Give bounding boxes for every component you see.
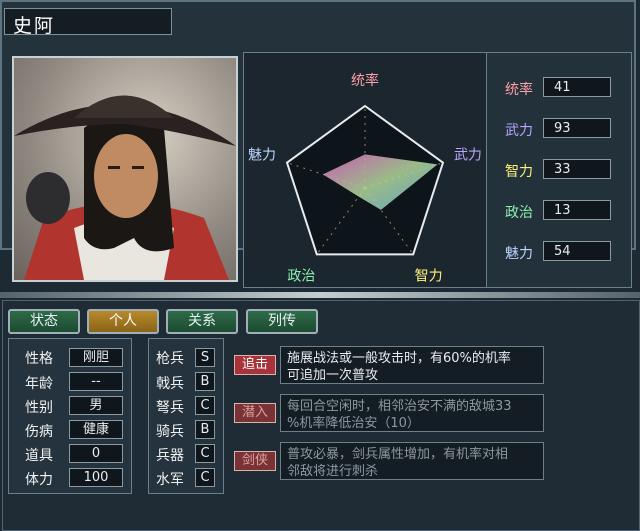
- stat-row-leadership: 统率 41: [505, 77, 617, 99]
- stat-value-leadership: 41: [543, 77, 611, 97]
- info-label-age: 年龄: [25, 376, 53, 392]
- info-value-items: 0: [69, 444, 123, 463]
- troop-label-navy: 水军: [156, 472, 184, 488]
- stat-value-charisma: 54: [543, 241, 611, 261]
- info-value-gender: 男: [69, 396, 123, 415]
- skill-button-infiltrate[interactable]: 潜入: [234, 403, 276, 423]
- skill-desc-swordsman-line1: 普攻必暴，剑兵属性增加，有机率对相: [287, 447, 509, 462]
- skill-desc-pursuit-line1: 施展战法或一般攻击时，有60%的机率: [287, 351, 511, 366]
- troop-label-siege: 兵器: [156, 448, 184, 464]
- title-bar: 史阿: [4, 8, 172, 37]
- info-label-stamina: 体力: [25, 472, 53, 488]
- stat-row-intelligence: 智力 33: [505, 159, 617, 181]
- troop-grade-halberd: B: [195, 372, 215, 391]
- skill-button-pursuit[interactable]: 追击: [234, 355, 276, 375]
- info-value-stamina: 100: [69, 468, 123, 487]
- tab-personal[interactable]: 个人: [87, 309, 159, 334]
- troop-label-halberd: 戟兵: [156, 376, 184, 392]
- stats-panel: 统率 41 武力 93 智力 33 政治 13 魅力 54: [486, 52, 632, 288]
- stat-label-war: 武力: [505, 123, 533, 139]
- skill-desc-swordsman: 普攻必暴，剑兵属性增加，有机率对相 邻敌将进行刺杀: [280, 442, 544, 480]
- skill-desc-infiltrate-line1: 每回合空闲时，相邻治安不满的敌城33: [287, 399, 512, 414]
- info-value-personality: 刚胆: [69, 348, 123, 367]
- stat-label-leadership: 统率: [505, 82, 533, 98]
- stat-value-politics: 13: [543, 200, 611, 220]
- skill-button-swordsman[interactable]: 剑侠: [234, 451, 276, 471]
- character-name: 史阿: [13, 15, 56, 37]
- troop-label-crossbow: 弩兵: [156, 400, 184, 416]
- troop-grade-siege: C: [195, 444, 215, 463]
- stat-label-charisma: 魅力: [505, 246, 533, 262]
- section-divider: [0, 292, 640, 298]
- troop-grade-crossbow: C: [195, 396, 215, 415]
- stat-label-politics: 政治: [505, 205, 533, 221]
- radar-label-politics: 政治: [287, 269, 315, 285]
- info-label-health: 伤病: [25, 424, 53, 440]
- radar-chart-panel: 统率武力智力 政治 魅力: [243, 52, 488, 288]
- skill-desc-pursuit: 施展战法或一般攻击时，有60%的机率 可追加一次普攻: [280, 346, 544, 384]
- info-label-items: 道具: [25, 448, 53, 464]
- tab-relations[interactable]: 关系: [166, 309, 238, 334]
- radar-label-charisma: 魅力: [248, 148, 276, 164]
- stat-value-intelligence: 33: [543, 159, 611, 179]
- tab-status[interactable]: 状态: [8, 309, 80, 334]
- radar-label-leadership: 统率: [351, 72, 379, 89]
- stat-label-intelligence: 智力: [505, 164, 533, 180]
- info-label-gender: 性别: [25, 400, 53, 416]
- troop-grade-navy: C: [195, 468, 215, 487]
- info-value-health: 健康: [69, 420, 123, 439]
- character-portrait: [12, 56, 238, 282]
- skill-desc-pursuit-line2: 可追加一次普攻: [287, 368, 379, 383]
- info-value-age: --: [69, 372, 123, 391]
- troop-grade-cavalry: B: [195, 420, 215, 439]
- tab-biography[interactable]: 列传: [246, 309, 318, 334]
- skill-desc-infiltrate: 每回合空闲时，相邻治安不满的敌城33 %机率降低治安（10）: [280, 394, 544, 432]
- skill-desc-infiltrate-line2: %机率降低治安（10）: [287, 416, 420, 431]
- stat-row-charisma: 魅力 54: [505, 241, 617, 263]
- radar-label-war: 武力: [454, 148, 482, 164]
- troop-grade-spear: S: [195, 348, 215, 367]
- skill-desc-swordsman-line2: 邻敌将进行刺杀: [287, 464, 379, 479]
- radar-chart: 统率武力智力 政治 魅力: [248, 72, 482, 285]
- stat-value-war: 93: [543, 118, 611, 138]
- troop-label-spear: 枪兵: [156, 351, 184, 367]
- troop-label-cavalry: 骑兵: [156, 424, 184, 440]
- stat-row-politics: 政治 13: [505, 200, 617, 222]
- radar-label-intelligence: 智力: [415, 269, 443, 285]
- stat-row-war: 武力 93: [505, 118, 617, 140]
- info-label-personality: 性格: [25, 351, 53, 367]
